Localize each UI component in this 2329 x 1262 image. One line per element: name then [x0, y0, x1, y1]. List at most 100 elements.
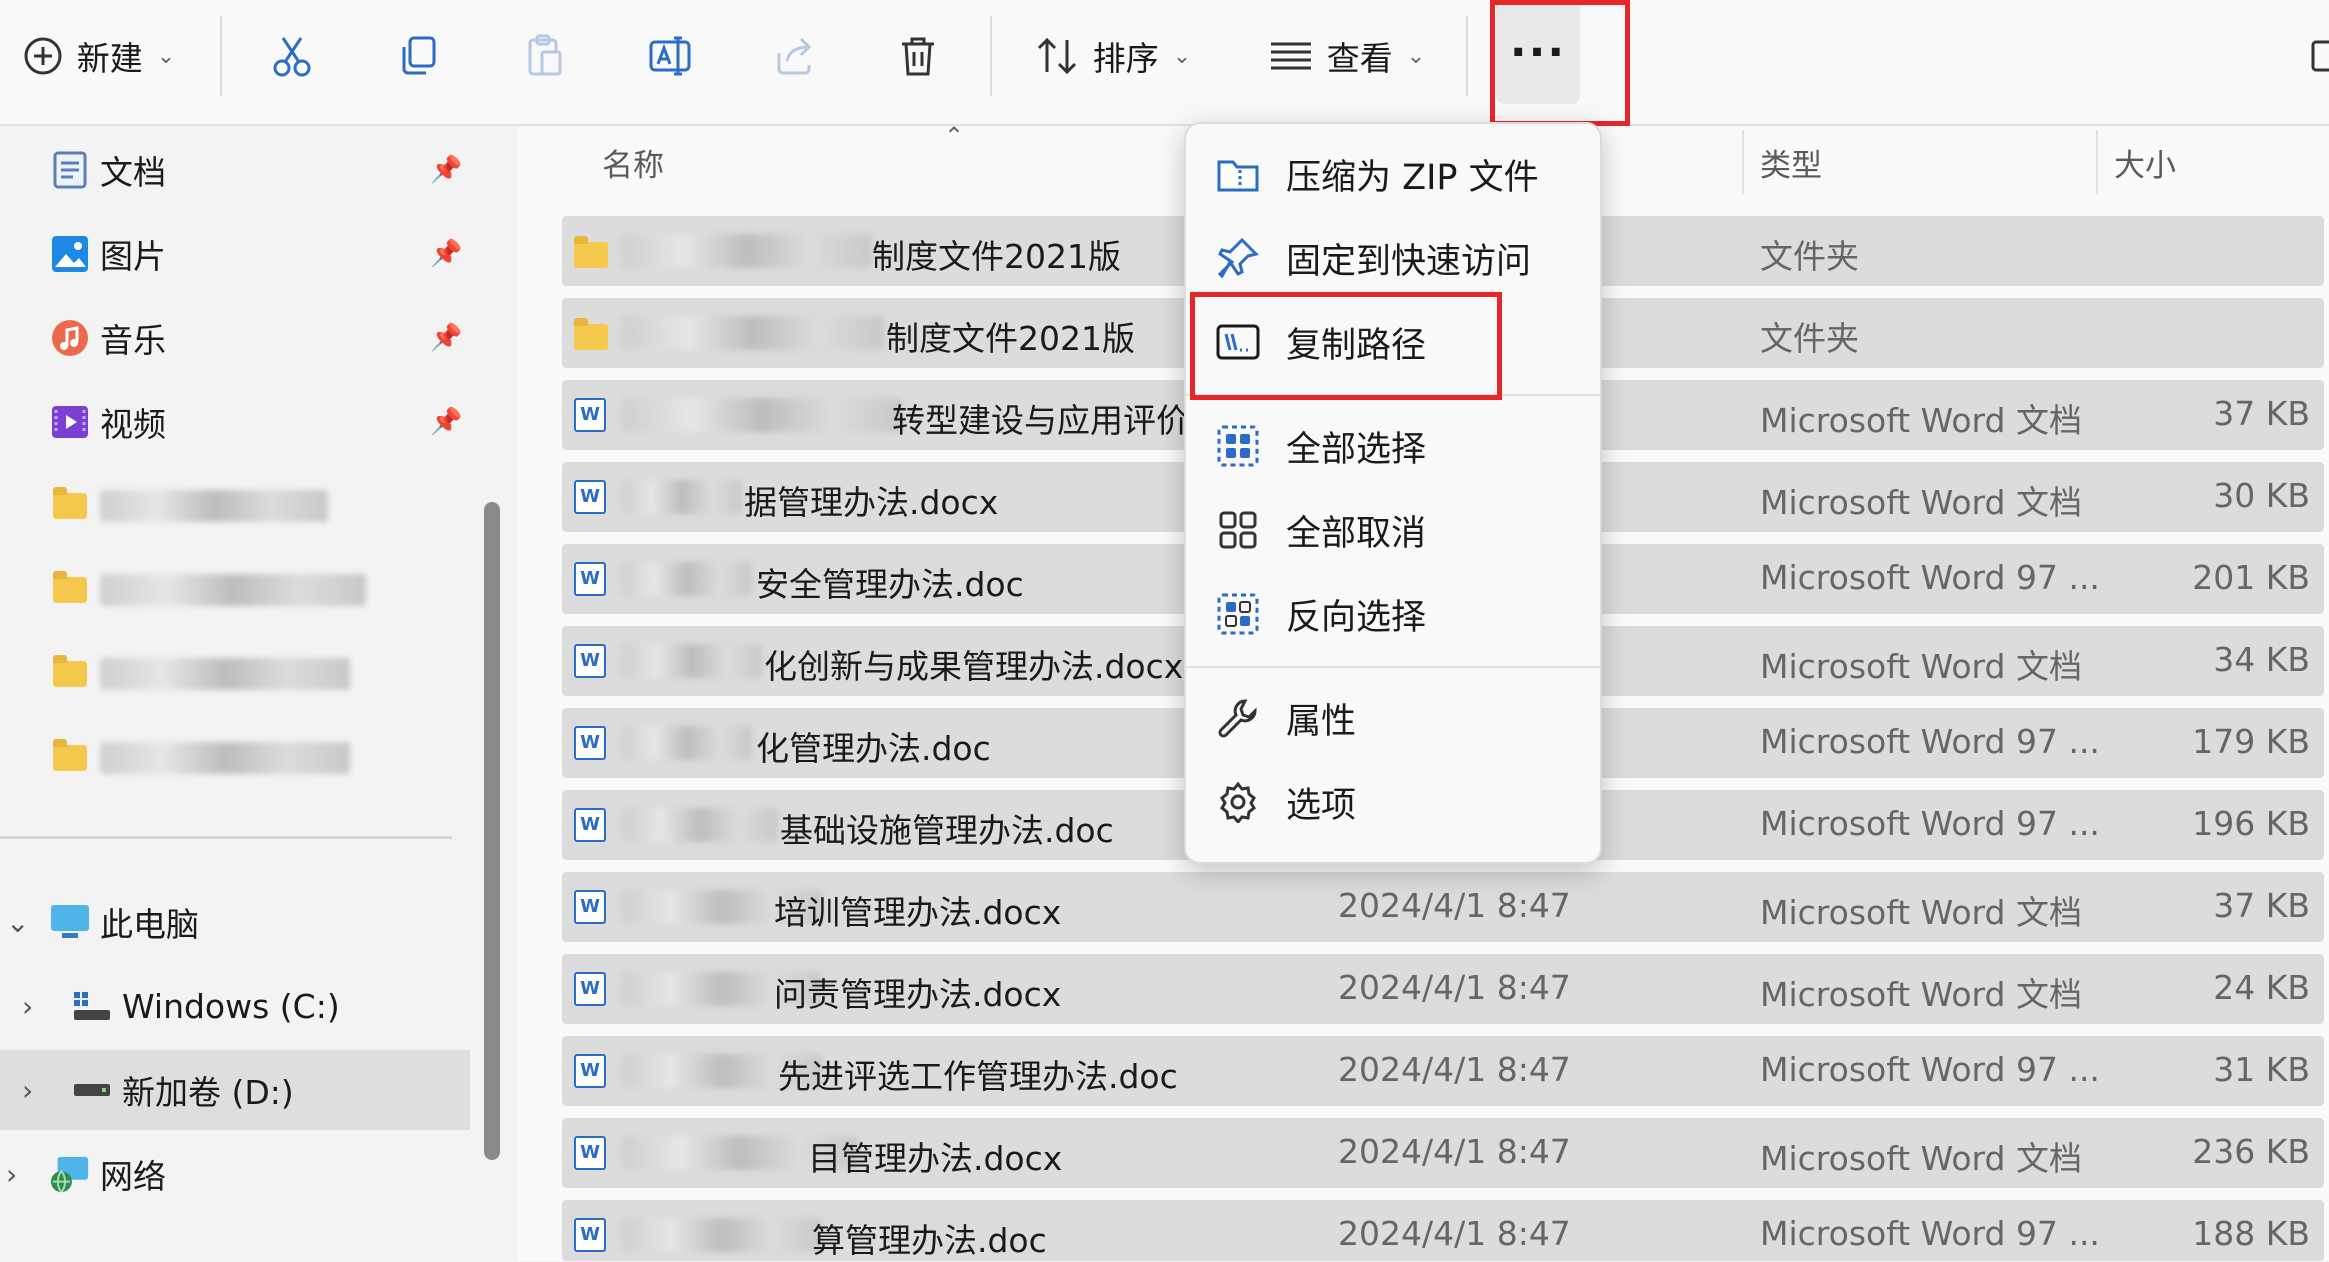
- new-label: 新建: [76, 39, 143, 78]
- sidebar-item-label: 文档: [100, 153, 166, 192]
- file-size: 30 KB: [2213, 476, 2310, 515]
- copy-icon: [398, 35, 438, 77]
- table-row[interactable]: W 先进评选工作管理办法.doc 2024/4/1 8:47 Microsoft…: [562, 1036, 2324, 1106]
- file-name: 目管理办法.docx: [808, 1139, 1063, 1178]
- folder-icon: [50, 654, 90, 694]
- sidebar-item-folder[interactable]: [0, 718, 470, 798]
- folder-icon: [574, 234, 608, 268]
- pin-icon: [1216, 236, 1260, 280]
- column-header-name[interactable]: 名称: [602, 140, 664, 185]
- computer-icon: [50, 902, 90, 942]
- word-doc-icon: W: [574, 1136, 606, 1170]
- sidebar-item-drive-d[interactable]: › 新加卷 (D:): [0, 1050, 470, 1130]
- delete-button[interactable]: [888, 0, 948, 112]
- chevron-right-icon[interactable]: ›: [6, 1158, 17, 1191]
- folder-icon: [574, 316, 608, 350]
- menu-item-select-none[interactable]: 全部取消: [1186, 490, 1600, 570]
- menu-item-invert-selection[interactable]: 反向选择: [1186, 574, 1600, 654]
- column-header-size[interactable]: 大小: [2114, 140, 2176, 185]
- folder-icon: [50, 738, 90, 778]
- file-date: 2024/4/1 8:47: [1338, 1132, 1571, 1171]
- select-none-icon: [1216, 508, 1260, 552]
- share-button[interactable]: [764, 0, 824, 112]
- rename-icon: [648, 34, 692, 78]
- cut-button[interactable]: [262, 0, 322, 112]
- sort-button[interactable]: 排序 ⌄: [1028, 0, 1198, 112]
- file-date: 2024/4/1 8:47: [1338, 1214, 1571, 1253]
- chevron-down-icon: ⌄: [156, 43, 176, 69]
- file-type: Microsoft Word 文档: [1760, 401, 2082, 440]
- pin-icon[interactable]: 📌: [430, 239, 462, 269]
- sidebar-item-label: 视频: [100, 405, 166, 444]
- sidebar-scrollbar[interactable]: [484, 502, 500, 1160]
- menu-item-select-all[interactable]: 全部选择: [1186, 406, 1600, 486]
- sidebar-item-folder[interactable]: [0, 550, 470, 630]
- file-type: Microsoft Word 文档: [1760, 647, 2082, 686]
- zip-folder-icon: [1216, 152, 1260, 196]
- new-button[interactable]: 新建 ⌄: [14, 0, 184, 112]
- see-more-menu: 压缩为 ZIP 文件 固定到快速访问 复制路径 全部选择 全部取消 反向选择 属…: [1184, 122, 1602, 864]
- copy-button[interactable]: [388, 0, 448, 112]
- menu-item-pin-quick-access[interactable]: 固定到快速访问: [1186, 218, 1600, 298]
- table-row[interactable]: W 目管理办法.docx 2024/4/1 8:47 Microsoft Wor…: [562, 1118, 2324, 1188]
- details-pane-icon[interactable]: [2310, 0, 2329, 112]
- view-button[interactable]: 查看 ⌄: [1262, 0, 1432, 112]
- sidebar-item-label: 音乐: [100, 321, 166, 360]
- sidebar-item-label: 新加卷 (D:): [122, 1073, 294, 1112]
- sidebar-item-folder[interactable]: [0, 466, 470, 546]
- sidebar-item-pictures[interactable]: 图片 📌: [0, 214, 470, 294]
- sidebar-item-label: Windows (C:): [122, 986, 340, 1026]
- sidebar-item-label: 此电脑: [100, 905, 199, 944]
- pin-icon[interactable]: 📌: [430, 155, 462, 185]
- file-date: 2024/4/1 8:47: [1338, 968, 1571, 1007]
- file-type: Microsoft Word 97 ...: [1760, 558, 2100, 597]
- column-divider[interactable]: [2096, 130, 2098, 194]
- sidebar-item-videos[interactable]: 视频 📌: [0, 382, 470, 462]
- menu-item-options[interactable]: 选项: [1186, 762, 1600, 842]
- videos-icon: [50, 402, 90, 442]
- file-size: 37 KB: [2213, 394, 2310, 433]
- sidebar-item-music[interactable]: 音乐 📌: [0, 298, 470, 378]
- highlight-box-more: [1490, 0, 1630, 126]
- file-name: 安全管理办法.doc: [756, 565, 1024, 604]
- folder-icon: [50, 570, 90, 610]
- invert-selection-icon: [1216, 592, 1260, 636]
- word-doc-icon: W: [574, 398, 606, 432]
- table-row[interactable]: W 算管理办法.doc 2024/4/1 8:47 Microsoft Word…: [562, 1200, 2324, 1261]
- file-name: 基础设施管理办法.doc: [780, 811, 1114, 850]
- pin-icon[interactable]: 📌: [430, 323, 462, 353]
- chevron-right-icon[interactable]: ›: [22, 1074, 33, 1107]
- pin-icon[interactable]: 📌: [430, 407, 462, 437]
- paste-button[interactable]: [514, 0, 574, 112]
- network-icon: [50, 1154, 90, 1194]
- column-divider[interactable]: [1742, 130, 1744, 194]
- rename-button[interactable]: [640, 0, 700, 112]
- menu-item-compress-zip[interactable]: 压缩为 ZIP 文件: [1186, 134, 1600, 214]
- table-row[interactable]: W 问责管理办法.docx 2024/4/1 8:47 Microsoft Wo…: [562, 954, 2324, 1024]
- file-size: 37 KB: [2213, 886, 2310, 925]
- list-view-icon: [1269, 38, 1313, 74]
- share-icon: [773, 35, 815, 77]
- sidebar-item-drive-c[interactable]: › Windows (C:): [0, 966, 470, 1046]
- file-size: 188 KB: [2192, 1214, 2310, 1253]
- gear-icon: [1216, 780, 1260, 824]
- file-name: 问责管理办法.docx: [774, 975, 1062, 1014]
- chevron-right-icon[interactable]: ›: [22, 990, 33, 1023]
- file-type: Microsoft Word 97 ...: [1760, 1050, 2100, 1089]
- sidebar-item-folder[interactable]: [0, 634, 470, 714]
- file-date: 2024/4/1 8:47: [1338, 1050, 1571, 1089]
- file-type: Microsoft Word 97 ...: [1760, 1214, 2100, 1253]
- column-header-type[interactable]: 类型: [1760, 140, 1822, 185]
- menu-item-label: 全部取消: [1286, 513, 1427, 554]
- file-size: 31 KB: [2213, 1050, 2310, 1089]
- pictures-icon: [50, 234, 90, 274]
- file-type: 文件夹: [1760, 319, 1859, 358]
- sidebar-item-this-pc[interactable]: ⌄ 此电脑: [0, 882, 470, 962]
- chevron-down-icon[interactable]: ⌄: [6, 906, 29, 939]
- menu-item-properties[interactable]: 属性: [1186, 678, 1600, 758]
- file-date: 2024/4/1 8:47: [1338, 886, 1571, 925]
- file-type: Microsoft Word 文档: [1760, 1139, 2082, 1178]
- table-row[interactable]: W 培训管理办法.docx 2024/4/1 8:47 Microsoft Wo…: [562, 872, 2324, 942]
- sidebar-item-network[interactable]: › 网络: [0, 1134, 470, 1214]
- sidebar-item-documents[interactable]: 文档 📌: [0, 130, 470, 210]
